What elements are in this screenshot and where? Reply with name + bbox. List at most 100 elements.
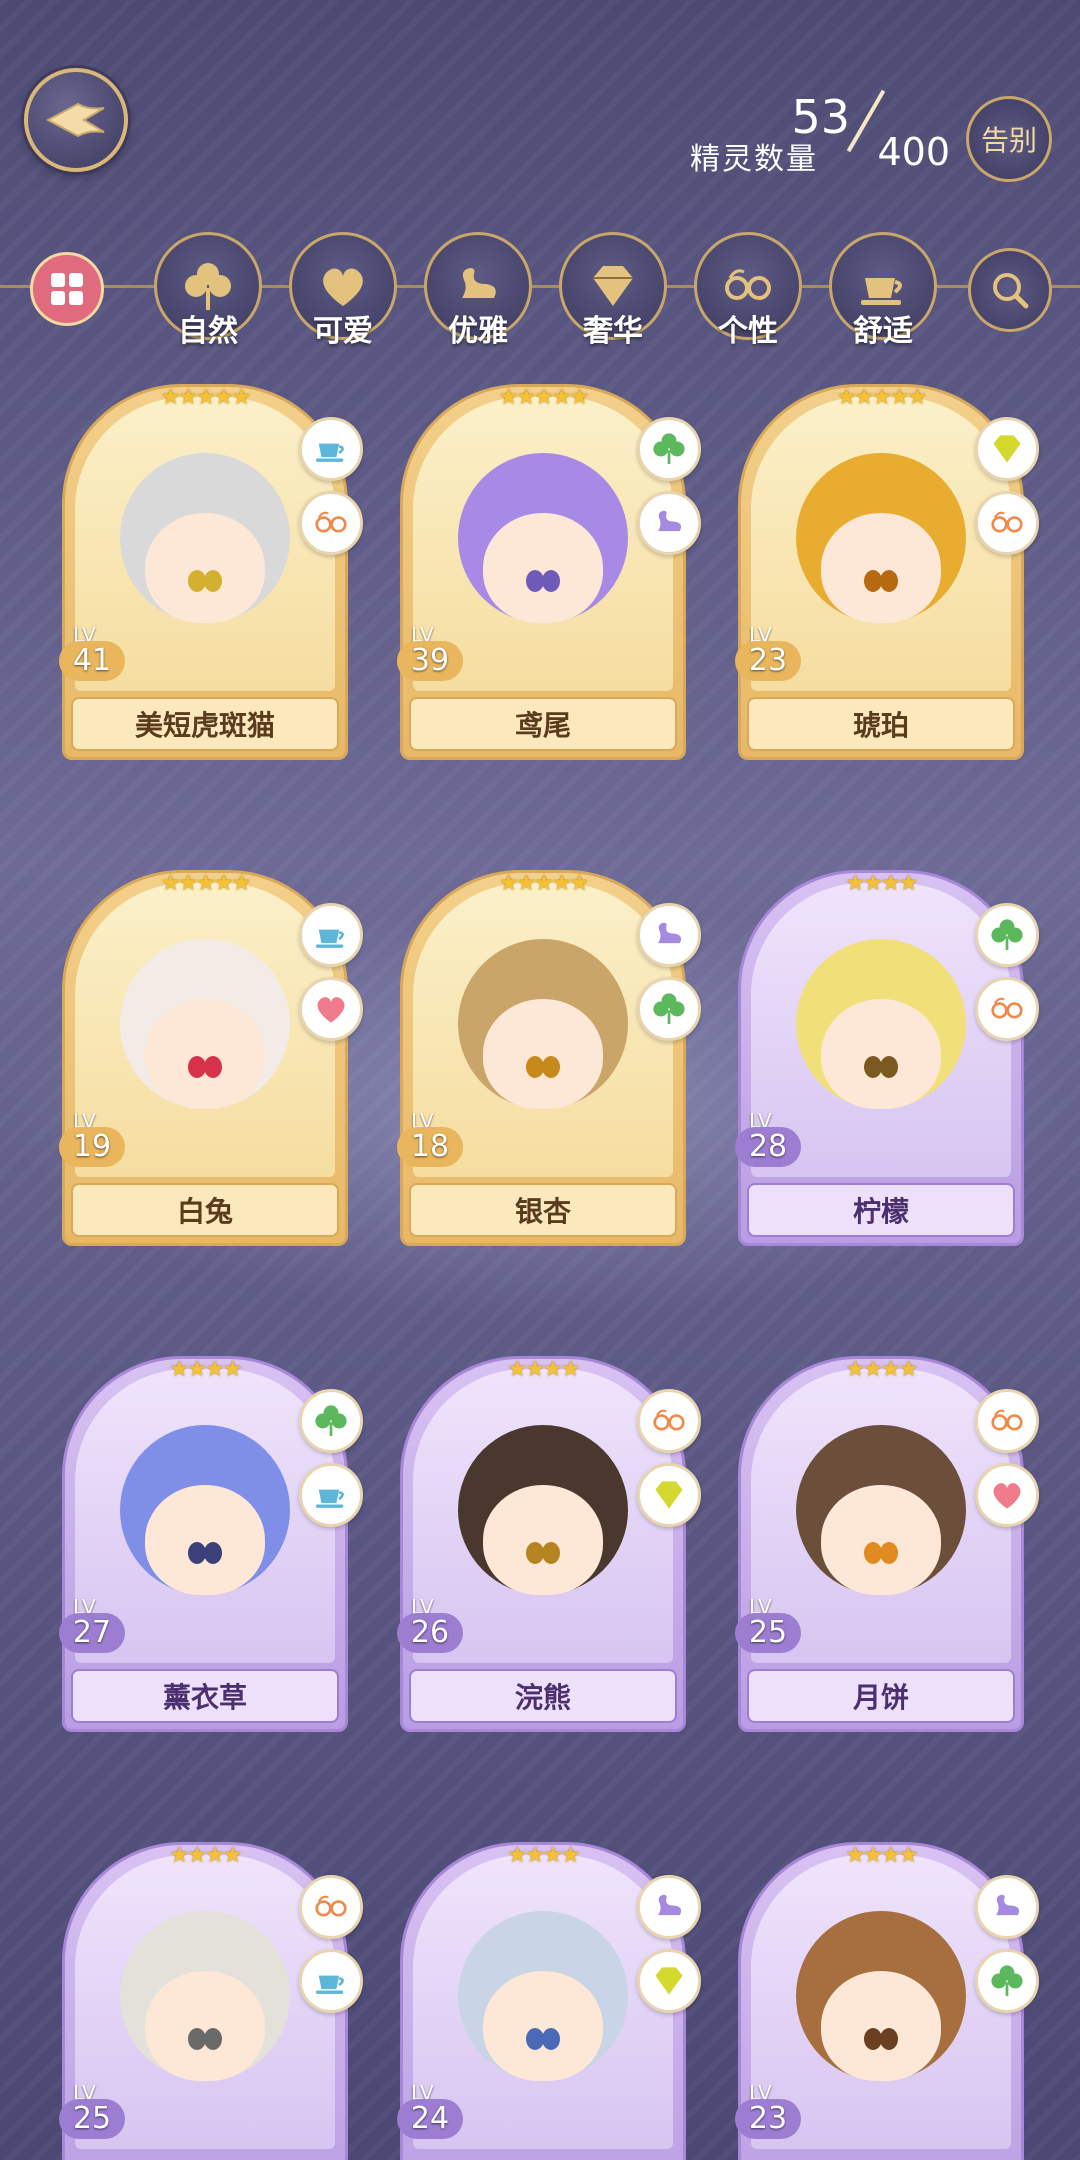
search-button[interactable] (968, 248, 1052, 332)
level-badge: LV 25 (735, 1595, 807, 1659)
filter-cute-label: 可爱 (313, 314, 373, 349)
spirit-card[interactable]: ★★★★ LV 27 薰衣草 (59, 1356, 363, 1732)
portrait-face (821, 1970, 941, 2081)
rarity-stars: ★★★★ (845, 871, 919, 896)
trait-badge (975, 903, 1039, 967)
trait-badge (975, 1875, 1039, 1939)
portrait-face (145, 512, 265, 623)
rarity-stars: ★★★★★ (160, 871, 252, 896)
trait-badge (299, 417, 363, 481)
level-value: 23 (735, 641, 801, 681)
trait-badge (299, 1949, 363, 2013)
portrait-face (821, 998, 941, 1109)
level-value: 24 (397, 2099, 463, 2139)
spirit-card[interactable]: ★★★★★ LV 19 白兔 (59, 870, 363, 1246)
grid-icon (51, 273, 83, 305)
spirit-count-label: 精灵数量 (690, 142, 818, 177)
farewell-button[interactable]: 告别 (966, 96, 1052, 182)
portrait-eye (879, 1055, 898, 1078)
heart-icon (317, 997, 345, 1023)
level-value: 25 (735, 1613, 801, 1653)
level-value: 18 (397, 1127, 463, 1167)
spirit-name: 美短虎斑猫 (71, 697, 339, 751)
spirit-card[interactable]: ★★★★★ LV 23 琥珀 (735, 384, 1039, 760)
rarity-stars: ★★★★★ (160, 385, 252, 410)
level-badge: LV 28 (735, 1109, 807, 1173)
level-badge: LV 41 (59, 623, 131, 687)
glasses-icon (991, 511, 1023, 533)
spirit-card[interactable]: ★★★★ LV 26 浣熊 (397, 1356, 701, 1732)
level-badge: LV 19 (59, 1109, 131, 1173)
rarity-stars: ★★★★ (169, 1357, 243, 1382)
trait-badge (299, 491, 363, 555)
level-value: 23 (735, 2099, 801, 2139)
clover-icon (653, 993, 685, 1024)
rarity-stars: ★★★★ (507, 1357, 581, 1382)
level-value: 39 (397, 641, 463, 681)
spirit-card[interactable]: ★★★★ LV 25 月饼 (735, 1356, 1039, 1732)
rarity-stars: ★★★★ (845, 1357, 919, 1382)
teacup-icon (316, 929, 344, 948)
portrait-face (145, 1970, 265, 2081)
spirit-card[interactable]: ★★★★ LV 28 柠檬 (735, 870, 1039, 1246)
spirit-name: 白兔 (71, 1183, 339, 1237)
trait-badge (637, 1875, 701, 1939)
level-badge: LV 39 (397, 623, 469, 687)
trait-badge (975, 1463, 1039, 1527)
level-badge: LV 26 (397, 1595, 469, 1659)
spirit-name: 银杏 (409, 1183, 677, 1237)
teacup-icon (316, 443, 344, 462)
spirit-card[interactable]: ★★★★ LV 24 (397, 1842, 701, 2160)
portrait-face (483, 998, 603, 1109)
wing-back-icon (45, 102, 105, 138)
portrait-face (483, 512, 603, 623)
trait-badge (299, 1463, 363, 1527)
trait-badge (637, 417, 701, 481)
level-badge: LV 24 (397, 2081, 469, 2145)
portrait-face (821, 1484, 941, 1595)
level-value: 26 (397, 1613, 463, 1653)
spirit-name: 薰衣草 (71, 1669, 339, 1723)
filter-all-button[interactable] (30, 252, 104, 326)
filter-natural-label: 自然 (178, 314, 238, 349)
trait-badge (975, 1389, 1039, 1453)
rarity-stars: ★★★★ (507, 1843, 581, 1868)
trait-badge (299, 1389, 363, 1453)
spirit-name: 鸢尾 (409, 697, 677, 751)
portrait-face (145, 1484, 265, 1595)
rarity-stars: ★★★★★ (498, 871, 590, 896)
clover-icon (991, 919, 1023, 950)
portrait-eye (541, 569, 560, 592)
rarity-stars: ★★★★★ (836, 385, 928, 410)
portrait-eye (203, 2027, 222, 2050)
spirit-card[interactable]: ★★★★ LV 23 (735, 1842, 1039, 2160)
diamond-icon (655, 1967, 683, 1995)
trait-badge (975, 977, 1039, 1041)
spirit-count: 53 精灵数量 400 (690, 86, 950, 186)
back-button[interactable] (24, 68, 128, 172)
trait-badge (637, 1463, 701, 1527)
glasses-icon (653, 1409, 685, 1431)
spirit-name: 柠檬 (747, 1183, 1015, 1237)
farewell-label: 告别 (980, 124, 1037, 157)
spirit-card[interactable]: ★★★★★ LV 18 银杏 (397, 870, 701, 1246)
teacup-icon (316, 1975, 344, 1994)
filter-luxury-label: 奢华 (583, 314, 643, 349)
portrait-eye (879, 569, 898, 592)
filter-personality-label: 个性 (718, 314, 778, 349)
spirit-name: 琥珀 (747, 697, 1015, 751)
portrait-eye (203, 569, 222, 592)
rarity-stars: ★★★★★ (498, 385, 590, 410)
diamond-icon (993, 435, 1021, 463)
level-badge: LV 23 (735, 623, 807, 687)
trait-badge (975, 417, 1039, 481)
diamond-icon (655, 1481, 683, 1509)
spirit-card[interactable]: ★★★★★ LV 39 鸢尾 (397, 384, 701, 760)
trait-badge (299, 903, 363, 967)
spirit-card[interactable]: ★★★★ LV 25 (59, 1842, 363, 2160)
spirit-card[interactable]: ★★★★★ LV 41 美短虎斑猫 (59, 384, 363, 760)
swan-icon (658, 510, 682, 532)
swan-icon (658, 922, 682, 944)
rarity-stars: ★★★★ (169, 1843, 243, 1868)
level-value: 41 (59, 641, 125, 681)
